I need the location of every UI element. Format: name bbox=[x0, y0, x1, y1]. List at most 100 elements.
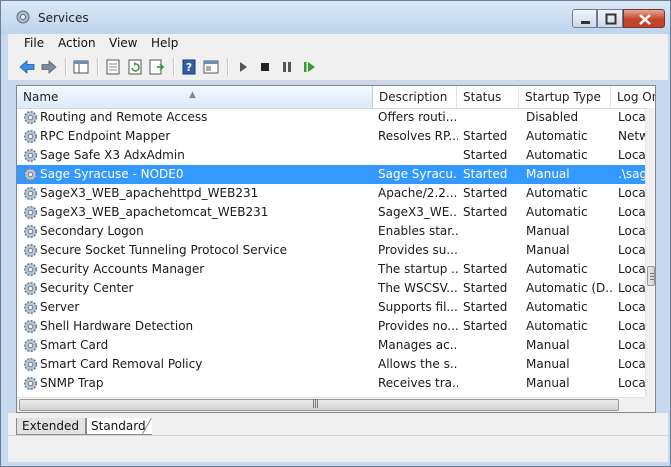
service-gear-icon bbox=[23, 129, 38, 144]
table-row[interactable]: Smart Card Manages ac... Manual Local S bbox=[17, 336, 645, 355]
service-gear-icon bbox=[23, 281, 38, 296]
vertical-scroll-thumb[interactable] bbox=[647, 266, 655, 286]
maximize-button[interactable] bbox=[597, 9, 623, 28]
cell-description: SageX3_WE... bbox=[378, 205, 458, 219]
column-header-startup-type[interactable]: Startup Type bbox=[519, 86, 611, 108]
service-gear-icon bbox=[23, 110, 38, 125]
service-gear-icon bbox=[23, 262, 38, 277]
horizontal-scrollbar[interactable]: ||| bbox=[17, 397, 645, 412]
cell-log-on-as: Local S bbox=[618, 376, 645, 390]
sort-ascending-icon: ▲ bbox=[189, 90, 196, 100]
cell-description: Supports fil... bbox=[378, 300, 458, 314]
cell-status bbox=[463, 108, 523, 127]
cell-log-on-as: Local S bbox=[618, 205, 645, 219]
service-gear-icon bbox=[23, 338, 38, 353]
table-row[interactable]: SNMP Trap Receives tra... Manual Local S bbox=[17, 374, 645, 393]
table-row[interactable]: Security Center The WSCSV... Started Automa… bbox=[17, 279, 645, 298]
cell-description: The WSCSV... bbox=[378, 281, 458, 295]
table-row[interactable]: Secondary Logon Enables star... Manual Loca… bbox=[17, 222, 645, 241]
back-icon[interactable] bbox=[17, 57, 37, 77]
resume-service-icon[interactable] bbox=[299, 57, 319, 77]
column-label-description: Description bbox=[379, 90, 448, 104]
menu-file[interactable]: File bbox=[24, 36, 44, 50]
service-gear-icon bbox=[23, 357, 38, 372]
cell-startup-type: Automatic bbox=[526, 186, 588, 200]
close-button[interactable] bbox=[623, 9, 665, 28]
pause-service-icon[interactable] bbox=[277, 57, 297, 77]
menu-help[interactable]: Help bbox=[151, 36, 178, 50]
cell-log-on-as: Local S bbox=[618, 148, 645, 162]
cell-log-on-as: Local S bbox=[618, 300, 645, 314]
cell-description: Sage Syracu... bbox=[378, 167, 458, 181]
toolbar: ? bbox=[8, 54, 668, 81]
cell-startup-type: Manual bbox=[526, 338, 570, 352]
table-row[interactable]: Sage Syracuse - NODE0 Sage Syracu... Start… bbox=[17, 165, 645, 184]
horizontal-scroll-thumb[interactable]: ||| bbox=[19, 399, 619, 411]
column-header-log-on-as[interactable]: Log On As bbox=[611, 86, 655, 108]
cell-status: Started bbox=[463, 129, 508, 143]
table-row[interactable]: Security Accounts Manager The startup ...… bbox=[17, 260, 645, 279]
column-header-description[interactable]: Description bbox=[373, 86, 457, 108]
table-row[interactable]: SageX3_WEB_apachehttpd_WEB231 Apache/2.2.… bbox=[17, 184, 645, 203]
cell-startup-type: Automatic bbox=[526, 319, 588, 333]
cell-name: Sage Safe X3 AdxAdmin bbox=[40, 148, 185, 162]
column-label-log-on-as: Log On As bbox=[617, 90, 655, 104]
cell-description bbox=[378, 146, 458, 165]
stop-service-icon[interactable] bbox=[255, 57, 275, 77]
tab-extended-label: Extended bbox=[22, 419, 79, 433]
table-row[interactable]: Server Supports fil... Started Automatic Loc… bbox=[17, 298, 645, 317]
cell-name: Security Accounts Manager bbox=[40, 262, 205, 276]
rows-container: Routing and Remote Access Offers routi...… bbox=[17, 108, 645, 397]
cell-log-on-as: Local S bbox=[618, 243, 645, 257]
cell-log-on-as: .\sage bbox=[618, 167, 645, 181]
title-bar[interactable]: Services bbox=[1, 1, 670, 35]
grip-icon: ||| bbox=[312, 399, 319, 409]
cell-description: Apache/2.2.... bbox=[378, 186, 458, 200]
tab-extended[interactable]: Extended bbox=[16, 418, 86, 435]
cell-name: Shell Hardware Detection bbox=[40, 319, 194, 333]
minimize-button[interactable] bbox=[572, 9, 597, 28]
cell-name: Server bbox=[40, 300, 80, 314]
cell-startup-type: Automatic bbox=[526, 148, 588, 162]
service-gear-icon bbox=[23, 148, 38, 163]
cell-startup-type: Manual bbox=[526, 376, 570, 390]
close-icon bbox=[639, 14, 651, 25]
column-header-name[interactable]: Name ▲ bbox=[17, 86, 373, 108]
cell-name: SNMP Trap bbox=[40, 376, 104, 390]
cell-name: Security Center bbox=[40, 281, 134, 295]
cell-status bbox=[463, 374, 523, 393]
vertical-scrollbar[interactable] bbox=[645, 108, 655, 397]
table-row[interactable]: Routing and Remote Access Offers routi...… bbox=[17, 108, 645, 127]
table-row[interactable]: SageX3_WEB_apachetomcat_WEB231 SageX3_WE.… bbox=[17, 203, 645, 222]
table-row[interactable]: RPC Endpoint Mapper Resolves RP... Started… bbox=[17, 127, 645, 146]
table-row[interactable]: Sage Safe X3 AdxAdmin Started Automatic Loc… bbox=[17, 146, 645, 165]
properties-icon[interactable] bbox=[103, 57, 123, 77]
services-icon bbox=[16, 10, 30, 24]
table-row[interactable]: Shell Hardware Detection Provides no... St… bbox=[17, 317, 645, 336]
refresh-icon[interactable] bbox=[125, 57, 145, 77]
console-tree-icon[interactable] bbox=[71, 57, 91, 77]
table-row[interactable]: Smart Card Removal Policy Allows the s...… bbox=[17, 355, 645, 374]
cell-description: Resolves RP... bbox=[378, 129, 458, 143]
help-icon[interactable]: ? bbox=[179, 57, 199, 77]
cell-status bbox=[463, 241, 523, 260]
forward-icon[interactable] bbox=[39, 57, 59, 77]
start-service-icon[interactable] bbox=[233, 57, 253, 77]
menu-action[interactable]: Action bbox=[58, 36, 96, 50]
export-list-icon[interactable] bbox=[147, 57, 167, 77]
cell-log-on-as: Local S bbox=[618, 110, 645, 124]
cell-log-on-as: Local S bbox=[618, 262, 645, 276]
table-row[interactable]: Secure Socket Tunneling Protocol Service… bbox=[17, 241, 645, 260]
column-header-status[interactable]: Status bbox=[457, 86, 519, 108]
cell-log-on-as: Local S bbox=[618, 224, 645, 238]
maximize-icon bbox=[605, 13, 617, 25]
tab-standard[interactable]: Standard bbox=[86, 418, 152, 435]
column-label-startup-type: Startup Type bbox=[525, 90, 601, 104]
column-label-name: Name bbox=[23, 90, 59, 104]
details-icon[interactable] bbox=[201, 57, 221, 77]
cell-startup-type: Automatic bbox=[526, 205, 588, 219]
cell-startup-type: Manual bbox=[526, 167, 570, 181]
cell-status: Started bbox=[463, 205, 508, 219]
cell-log-on-as: Local S bbox=[618, 357, 645, 371]
menu-view[interactable]: View bbox=[109, 36, 137, 50]
